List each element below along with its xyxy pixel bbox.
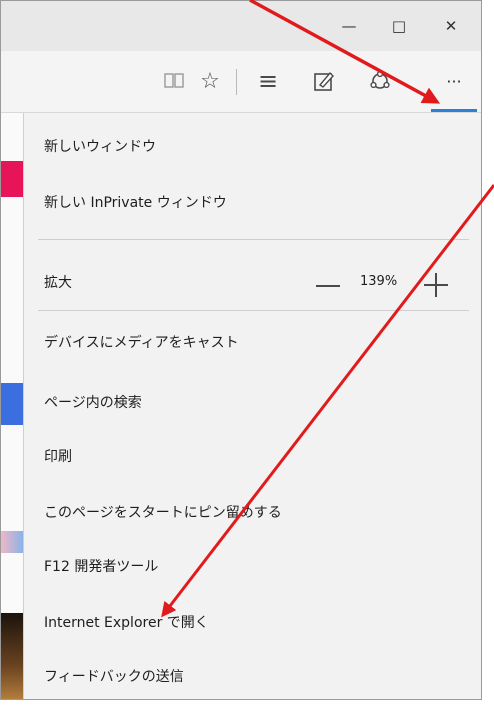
page-strip-image <box>1 531 23 553</box>
close-icon: ✕ <box>444 17 458 35</box>
more-actions-active-indicator <box>431 109 477 112</box>
menu-item-find-on-page[interactable]: ページ内の検索 <box>44 393 142 413</box>
book-icon <box>164 73 184 88</box>
toolbar-separator <box>236 69 237 95</box>
pen-square-icon <box>314 71 334 91</box>
more-actions-button[interactable]: ··· <box>433 63 475 99</box>
menu-divider <box>38 239 469 240</box>
menu-item-cast-media[interactable]: デバイスにメディアをキャスト <box>44 333 239 353</box>
title-bar: — □ ✕ <box>1 1 481 51</box>
menu-item-new-inprivate-window[interactable]: 新しい InPrivate ウィンドウ <box>44 193 227 213</box>
page-strip-pink <box>1 161 23 197</box>
restore-icon: □ <box>391 17 407 35</box>
menu-item-pin-to-start[interactable]: このページをスタートにピン留めする <box>44 503 282 523</box>
menu-item-new-window[interactable]: 新しいウィンドウ <box>44 137 156 157</box>
zoom-level: 139% <box>360 274 398 289</box>
web-page-content <box>1 113 23 699</box>
menu-item-print[interactable]: 印刷 <box>44 447 72 467</box>
minimize-icon: — <box>341 17 357 35</box>
favorites-button[interactable]: ☆ <box>195 63 225 99</box>
browser-toolbar: ☆ ≡ ··· <box>1 51 481 113</box>
menu-divider <box>38 310 469 311</box>
restore-button[interactable]: □ <box>381 9 417 43</box>
menu-item-send-feedback[interactable]: フィードバックの送信 <box>44 667 184 687</box>
menu-item-zoom-label: 拡大 <box>44 275 72 291</box>
star-icon: ☆ <box>200 68 220 94</box>
zoom-out-button[interactable] <box>316 285 340 287</box>
minimize-button[interactable]: — <box>331 9 367 43</box>
menu-item-open-with-internet-explorer[interactable]: Internet Explorer で開く <box>44 613 209 633</box>
zoom-in-button[interactable] <box>424 273 448 297</box>
page-strip-blue <box>1 383 23 425</box>
more-actions-menu: 新しいウィンドウ 新しい InPrivate ウィンドウ 拡大 139% デバイ… <box>23 113 481 699</box>
share-button[interactable] <box>363 63 397 99</box>
hub-button[interactable]: ≡ <box>251 63 285 99</box>
hub-icon: ≡ <box>257 67 279 95</box>
browser-window: — □ ✕ ☆ ≡ ··· 新しいウィンドウ 新しい InPrivate ウィン… <box>0 0 482 700</box>
menu-item-f12-developer-tools[interactable]: F12 開発者ツール <box>44 557 158 577</box>
reading-view-button[interactable] <box>159 63 189 99</box>
more-icon: ··· <box>446 71 462 91</box>
close-button[interactable]: ✕ <box>433 9 469 43</box>
page-strip-dark-image <box>1 613 23 699</box>
share-icon <box>370 70 390 89</box>
web-note-button[interactable] <box>307 63 341 99</box>
